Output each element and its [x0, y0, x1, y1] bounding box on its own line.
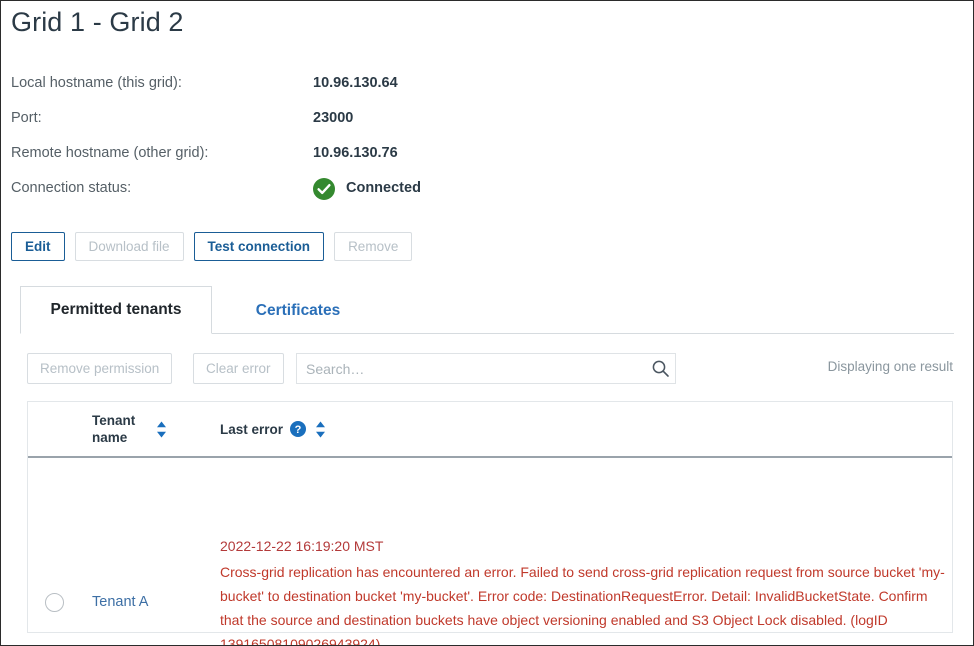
cell-tenant-name[interactable]: Tenant A — [92, 594, 148, 610]
tab-certificates[interactable]: Certificates — [212, 286, 384, 334]
svg-text:?: ? — [295, 424, 302, 436]
detail-label: Connection status: — [11, 180, 132, 196]
page-title: Grid 1 - Grid 2 — [11, 7, 184, 37]
sort-toggle-icon[interactable] — [155, 420, 168, 439]
detail-row-local-hostname: Local hostname (this grid): 10.96.130.64 — [11, 66, 711, 101]
remove-button: Remove — [334, 232, 413, 261]
help-circle-icon[interactable]: ? — [290, 421, 307, 437]
cell-last-error: 2022-12-22 16:19:20 MST Cross-grid repli… — [220, 534, 946, 646]
detail-value: 10.96.130.76 — [313, 145, 398, 161]
status-badge: Connected — [313, 171, 421, 206]
column-header-label: Last error — [220, 421, 284, 437]
detail-value: 10.96.130.64 — [313, 75, 398, 91]
table-row[interactable]: Tenant A 2022-12-22 16:19:20 MST Cross-g… — [28, 458, 952, 645]
detail-label: Remote hostname (other grid): — [11, 145, 209, 161]
remove-permission-button: Remove permission — [27, 353, 173, 384]
check-circle-icon — [313, 177, 335, 200]
result-count-label: Displaying one result — [827, 359, 953, 374]
error-timestamp: 2022-12-22 16:19:20 MST — [220, 538, 384, 554]
download-file-button: Download file — [74, 232, 184, 261]
edit-button[interactable]: Edit — [11, 232, 65, 261]
row-select-radio[interactable] — [45, 593, 64, 612]
clear-error-button: Clear error — [193, 353, 284, 384]
detail-label: Local hostname (this grid): — [11, 75, 182, 91]
tab-strip: Permitted tenants Certificates — [20, 286, 954, 334]
search-box[interactable] — [296, 353, 676, 384]
table-body: Tenant A 2022-12-22 16:19:20 MST Cross-g… — [28, 458, 952, 645]
tab-label: Certificates — [255, 301, 341, 319]
search-icon[interactable] — [645, 359, 675, 378]
detail-label: Port: — [11, 110, 42, 126]
connection-action-bar: Edit Download file Test connection Remov… — [11, 232, 413, 261]
detail-value: 23000 — [313, 110, 354, 126]
column-header-last-error[interactable]: Last error ? — [220, 402, 327, 456]
error-message: Cross-grid replication has encountered a… — [220, 564, 945, 646]
table-header-row: Tenant name Last error ? — [28, 402, 952, 458]
connection-details: Local hostname (this grid): 10.96.130.64… — [11, 66, 711, 206]
test-connection-button[interactable]: Test connection — [193, 232, 325, 261]
detail-row-port: Port: 23000 — [11, 101, 711, 136]
column-header-tenant-name[interactable]: Tenant name — [92, 402, 212, 456]
status-text: Connected — [346, 180, 421, 196]
detail-row-remote-hostname: Remote hostname (other grid): 10.96.130.… — [11, 136, 711, 171]
column-header-label: Tenant name — [92, 413, 136, 445]
permitted-tenants-table: Tenant name Last error ? Tenant A 2022-1… — [27, 401, 953, 645]
tab-label: Permitted tenants — [50, 301, 182, 318]
table-toolbar: Remove permission Clear error Displaying… — [27, 353, 953, 384]
search-input[interactable] — [297, 355, 645, 382]
tab-permitted-tenants[interactable]: Permitted tenants — [20, 286, 212, 334]
detail-row-connection-status: Connection status: Connected — [11, 171, 711, 206]
grid-federation-connection-panel: Grid 1 - Grid 2 Local hostname (this gri… — [0, 0, 974, 646]
sort-toggle-icon[interactable] — [314, 420, 327, 439]
